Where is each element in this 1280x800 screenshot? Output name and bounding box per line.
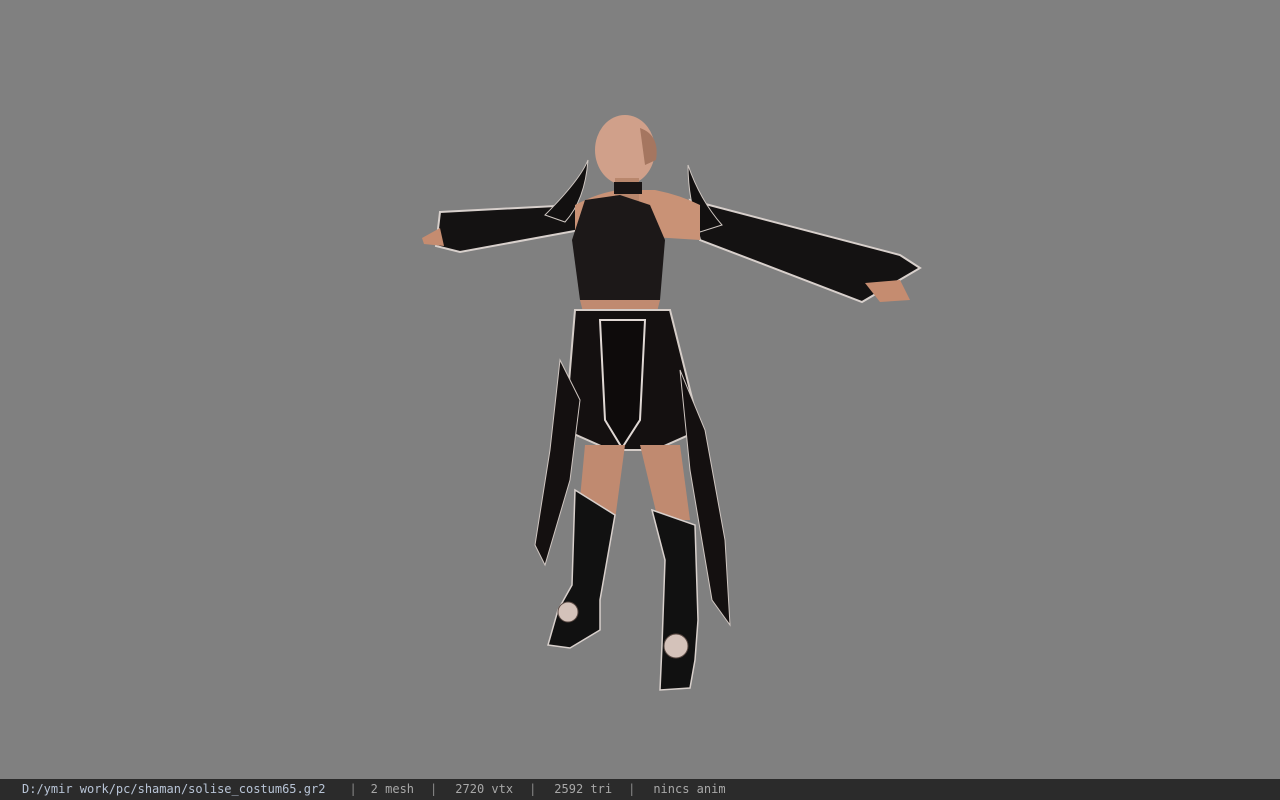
separator: | — [529, 782, 537, 796]
right-hand — [865, 280, 910, 302]
status-bar: D:/ymir work/pc/shaman/solise_costum65.g… — [0, 779, 1280, 800]
right-leg — [640, 445, 690, 520]
mesh-count: 2 mesh — [370, 782, 415, 796]
right-boot — [650, 508, 699, 691]
separator: | — [349, 782, 357, 796]
separator: | — [430, 782, 438, 796]
vertex-count: 2720 vtx — [455, 782, 514, 796]
3d-viewport[interactable] — [0, 0, 1280, 779]
separator: | — [628, 782, 636, 796]
animation-status: nincs anim — [653, 782, 726, 796]
collar — [614, 182, 642, 194]
triangle-count: 2592 tri — [554, 782, 613, 796]
file-path: D:/ymir work/pc/shaman/solise_costum65.g… — [22, 782, 326, 796]
character-model — [422, 115, 922, 691]
torso-top — [572, 195, 665, 300]
right-boot-bell — [663, 633, 689, 659]
left-boot-bell — [557, 601, 579, 623]
